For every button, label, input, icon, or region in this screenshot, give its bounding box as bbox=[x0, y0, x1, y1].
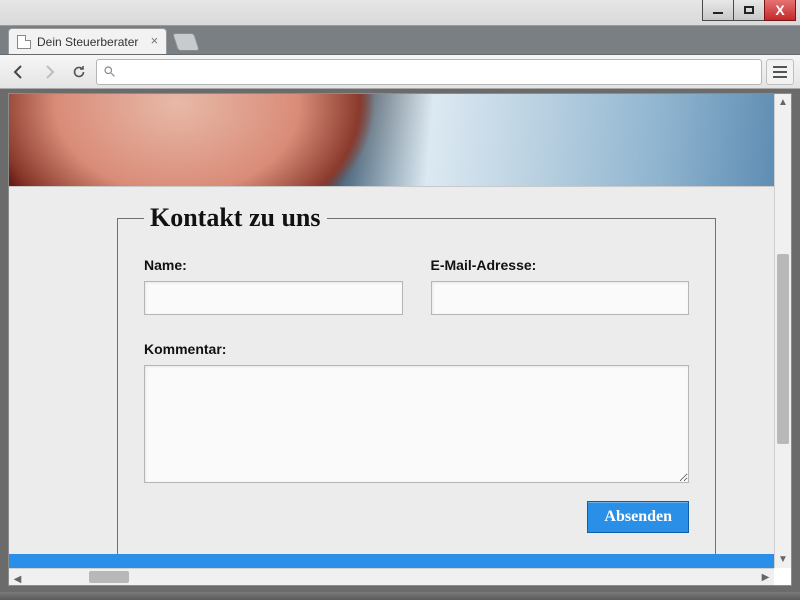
arrow-right-icon bbox=[41, 64, 57, 80]
vertical-scrollbar[interactable]: ▲ ▼ bbox=[774, 94, 791, 568]
window-bottom-border bbox=[0, 592, 800, 600]
window-minimize-button[interactable] bbox=[702, 0, 734, 21]
email-label: E-Mail-Adresse: bbox=[431, 257, 690, 273]
scroll-right-icon[interactable]: ▶ bbox=[757, 569, 774, 586]
email-input[interactable] bbox=[431, 281, 690, 315]
scroll-up-icon[interactable]: ▲ bbox=[775, 94, 791, 111]
reload-icon bbox=[71, 64, 87, 80]
page-icon bbox=[17, 35, 31, 49]
footer-strip bbox=[9, 554, 774, 568]
name-input[interactable] bbox=[144, 281, 403, 315]
browser-tabstrip: Dein Steuerberater × bbox=[0, 26, 800, 55]
horizontal-scrollbar[interactable]: ◀ ▶ bbox=[9, 568, 774, 585]
scroll-down-icon[interactable]: ▼ bbox=[775, 551, 791, 568]
new-tab-button[interactable] bbox=[172, 33, 200, 51]
page-content: Kontakt zu uns Name: E-Mail-Adresse: Kom… bbox=[9, 94, 774, 568]
vertical-scroll-thumb[interactable] bbox=[777, 254, 789, 444]
scroll-left-icon[interactable]: ◀ bbox=[9, 571, 26, 586]
forward-button[interactable] bbox=[36, 59, 62, 85]
browser-menu-button[interactable] bbox=[766, 59, 794, 85]
comment-textarea[interactable] bbox=[144, 365, 689, 483]
search-icon bbox=[103, 65, 116, 78]
page-viewport: Kontakt zu uns Name: E-Mail-Adresse: Kom… bbox=[8, 93, 792, 586]
window-maximize-button[interactable] bbox=[733, 0, 765, 21]
reload-button[interactable] bbox=[66, 59, 92, 85]
window-close-button[interactable]: X bbox=[764, 0, 796, 21]
hamburger-icon bbox=[773, 66, 787, 68]
window-titlebar: X bbox=[0, 0, 800, 26]
back-button[interactable] bbox=[6, 59, 32, 85]
hero-image bbox=[9, 94, 774, 187]
name-label: Name: bbox=[144, 257, 403, 273]
comment-label: Kommentar: bbox=[144, 341, 689, 357]
arrow-left-icon bbox=[11, 64, 27, 80]
submit-button[interactable]: Absenden bbox=[587, 501, 689, 533]
form-legend: Kontakt zu uns bbox=[144, 203, 327, 233]
contact-fieldset: Kontakt zu uns Name: E-Mail-Adresse: Kom… bbox=[117, 203, 716, 558]
tab-title: Dein Steuerberater bbox=[37, 35, 138, 49]
browser-tab[interactable]: Dein Steuerberater × bbox=[8, 28, 167, 54]
browser-toolbar bbox=[0, 55, 800, 89]
horizontal-scroll-thumb[interactable] bbox=[89, 571, 129, 583]
address-bar[interactable] bbox=[96, 59, 762, 85]
tab-close-icon[interactable]: × bbox=[148, 35, 160, 47]
